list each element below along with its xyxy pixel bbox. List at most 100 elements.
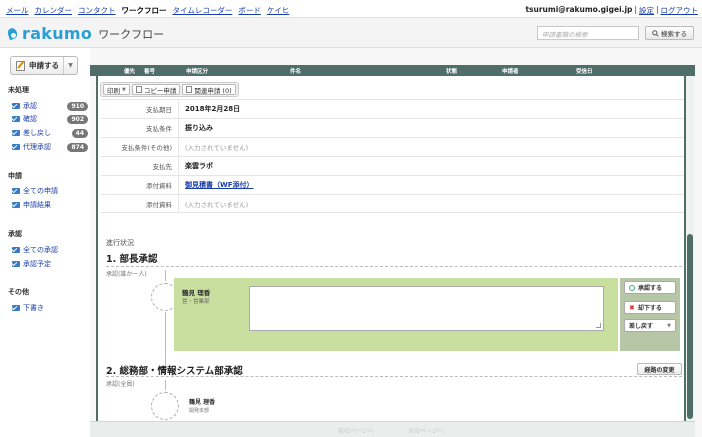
column-header-category[interactable]: 申請区分: [186, 67, 208, 75]
detail-key: 支払期日: [101, 100, 179, 118]
approve-button[interactable]: 承認する: [624, 281, 676, 294]
copy-button-label: コピー申請: [143, 86, 177, 95]
comment-textarea[interactable]: [249, 286, 604, 331]
sidebar-item-drafts[interactable]: 下書き: [12, 303, 88, 313]
approve-button-label: 承認する: [638, 285, 663, 292]
detail-value: 振り込み: [185, 124, 213, 132]
envelope-icon: [12, 247, 20, 253]
nav-link-board[interactable]: ボード: [238, 5, 261, 16]
column-header-status[interactable]: 状態: [446, 67, 457, 75]
attachment-link[interactable]: 御見積書（WF添付）: [179, 180, 254, 190]
step-title: 1. 部長承認: [106, 254, 158, 265]
copy-icon: [135, 86, 142, 93]
flow-line: [165, 380, 166, 390]
detail-toolbar: 印刷 ▼ コピー申請 関連申請 (0): [100, 82, 239, 97]
column-header-subject[interactable]: 件名: [290, 67, 301, 75]
chevron-down-icon: ▼: [122, 86, 126, 93]
print-button[interactable]: 印刷 ▼: [103, 84, 130, 95]
copy-application-button[interactable]: コピー申請: [131, 84, 181, 95]
approver-department: 営・営業部: [182, 299, 210, 305]
envelope-icon: [12, 261, 20, 267]
apply-button[interactable]: 申請する ▼: [10, 56, 78, 75]
envelope-icon: [12, 144, 20, 150]
detail-panel: 印刷 ▼ コピー申請 関連申請 (0) 支払期日 2018年2月28日 支払条件 振り…: [96, 76, 686, 421]
progress-label: 進行状況: [106, 239, 134, 247]
nav-link-contact[interactable]: コンタクト: [78, 5, 116, 16]
column-header-received[interactable]: 受信日: [576, 67, 593, 75]
search-icon: [652, 29, 659, 37]
detail-row: 支払条件 振り込み: [101, 118, 684, 137]
search-button[interactable]: 検索する: [645, 26, 694, 40]
logout-link[interactable]: ログアウト: [661, 5, 699, 16]
sidebar-item-scheduled-approvals[interactable]: 承認予定: [12, 259, 88, 269]
count-badge: 874: [67, 142, 88, 152]
module-name: ワークフロー: [98, 27, 165, 41]
sidebar-item-proxy-approve[interactable]: 代理承認 874: [12, 142, 88, 152]
detail-value: (入力されていません): [185, 144, 249, 152]
related-applications-button[interactable]: 関連申請 (0): [182, 84, 236, 95]
section-title-application: 申請: [8, 172, 22, 180]
approver-name: 鶴見 理香: [182, 289, 211, 297]
nav-link-calendar[interactable]: カレンダー: [35, 5, 73, 16]
resize-grip-icon[interactable]: [596, 323, 601, 328]
prev-page-link[interactable]: 前のページへ: [338, 426, 374, 435]
rakumo-logo[interactable]: rakumo ワークフロー: [6, 24, 164, 43]
count-badge: 902: [67, 114, 88, 124]
sidebar-item-label: 全ての申請: [23, 187, 58, 195]
sidebar-item-label: 承認予定: [23, 260, 51, 268]
next-page-link[interactable]: 次のページへ: [408, 426, 444, 435]
change-route-button[interactable]: 経路の変更: [637, 363, 682, 375]
section-title-pending: 未処理: [8, 86, 29, 94]
sidebar-item-all-applications[interactable]: 全ての申請: [12, 186, 88, 196]
reject-button[interactable]: ✖ 却下する: [624, 301, 676, 314]
detail-key: 支払条件: [101, 119, 179, 137]
circle-icon: [629, 284, 635, 291]
sidebar-item-returned[interactable]: 差し戻し 44: [12, 128, 88, 138]
sidebar-item-confirm[interactable]: 確認 902: [12, 114, 88, 124]
envelope-icon: [12, 305, 20, 311]
detail-row: 添付資料 (入力されていません): [101, 194, 684, 213]
detail-key: 添付資料: [101, 195, 179, 212]
app-header: rakumo ワークフロー 申請書類の検索 検索する: [0, 18, 702, 48]
chevron-down-icon: ▼: [667, 322, 671, 329]
sidebar-item-label: 下書き: [23, 304, 44, 312]
scrollbar-thumb[interactable]: [687, 234, 693, 419]
leaf-logo-icon: [6, 26, 20, 42]
nav-link-mail[interactable]: メール: [6, 5, 29, 16]
column-header-applicant[interactable]: 申請者: [502, 67, 519, 75]
settings-link[interactable]: 設定: [639, 5, 654, 16]
return-button[interactable]: 差し戻す ▼: [624, 319, 676, 332]
search-input[interactable]: 申請書類の検索: [537, 26, 639, 40]
detail-row: 添付資料 御見積書（WF添付）: [101, 175, 684, 194]
envelope-icon: [12, 130, 20, 136]
envelope-icon: [12, 188, 20, 194]
flow-line: [165, 312, 166, 366]
nav-link-keihi[interactable]: ケイヒ: [267, 5, 289, 16]
detail-key: 添付資料: [101, 176, 179, 194]
column-header-priority[interactable]: 優先: [124, 67, 135, 75]
column-header-number[interactable]: 番号: [144, 67, 155, 75]
nav-link-timerecorder[interactable]: タイムレコーダー: [173, 5, 233, 16]
sidebar: 申請する ▼ 未処理 承認 910 確認 902 差し戻し 44 代理承認 874 申請…: [0, 48, 90, 437]
approval-actions: 承認する ✖ 却下する 差し戻す ▼: [620, 278, 680, 351]
approval-form: 鶴見 理香 営・営業部: [174, 278, 618, 351]
envelope-icon: [12, 202, 20, 208]
sidebar-item-approve[interactable]: 承認 910: [12, 101, 88, 111]
nav-link-workflow: ワークフロー: [121, 6, 167, 15]
step-subtitle: 承認(誰か一人): [106, 271, 147, 278]
sidebar-item-all-approvals[interactable]: 全ての承認: [12, 245, 88, 255]
main-content: 優先 番号 申請区分 件名 状態 申請者 受信日 印刷 ▼ コピー申請 関連申請 …: [90, 48, 702, 437]
chevron-down-icon[interactable]: ▼: [63, 57, 77, 74]
reject-button-label: 却下する: [637, 305, 662, 312]
divider: [106, 266, 682, 267]
related-button-label: 関連申請 (0): [194, 86, 232, 95]
vertical-scrollbar[interactable]: [686, 76, 694, 421]
detail-value: 楽雲ラボ: [185, 162, 213, 170]
sidebar-item-application-results[interactable]: 申請結果: [12, 200, 88, 210]
app-links: メール カレンダー コンタクト ワークフロー タイムレコーダー ボード ケイヒ: [6, 5, 289, 16]
divider: [106, 376, 682, 377]
pencil-document-icon: [16, 60, 25, 71]
detail-row: 支払条件(その他) (入力されていません): [101, 137, 684, 156]
flow-line: [165, 270, 166, 281]
top-nav: メール カレンダー コンタクト ワークフロー タイムレコーダー ボード ケイヒ …: [0, 0, 702, 18]
